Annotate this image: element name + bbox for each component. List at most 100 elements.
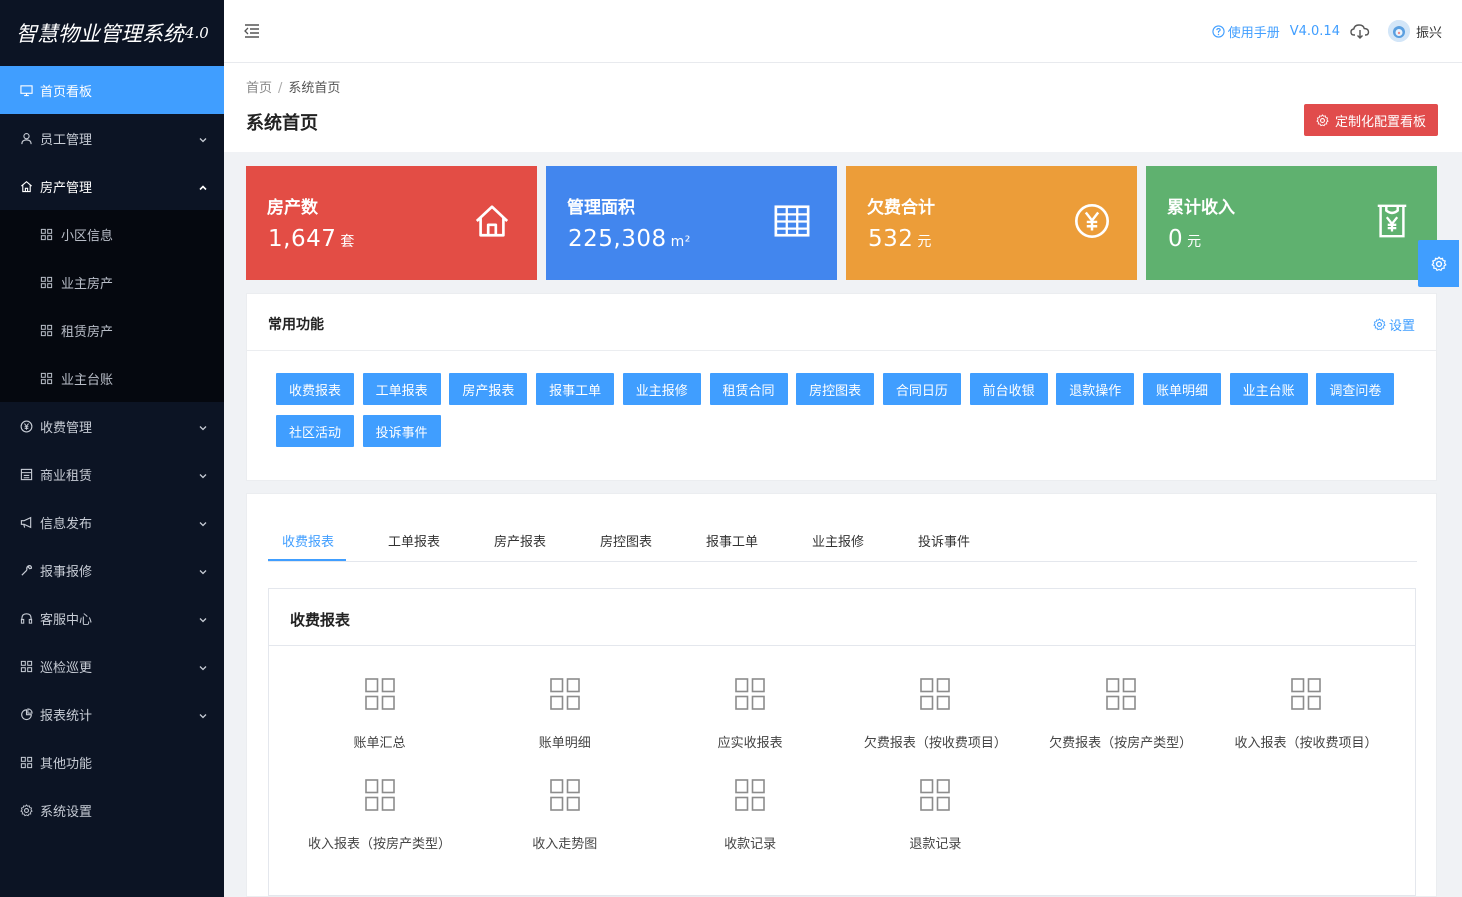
report-item[interactable]: 欠费报表（按房产类型）: [1028, 678, 1213, 751]
quick-function-button[interactable]: 合同日历: [882, 373, 961, 405]
report-tab[interactable]: 收费报表: [282, 531, 334, 550]
monitor-icon: [19, 83, 33, 97]
grid-icon: [40, 276, 53, 289]
quick-function-button[interactable]: 房控图表: [796, 373, 875, 405]
quick-function-button[interactable]: 收费报表: [276, 373, 354, 405]
report-grid-icon: [287, 678, 472, 710]
report-tab[interactable]: 工单报表: [388, 531, 440, 550]
username[interactable]: 振兴: [1416, 22, 1442, 41]
home-icon: [19, 179, 33, 193]
customize-dashboard-label: 定制化配置看板: [1334, 114, 1426, 130]
sidebar-subitem-label: 业主房产: [61, 276, 114, 292]
quick-function-button[interactable]: 业主报修: [622, 373, 701, 405]
quick-function-button[interactable]: 报事工单: [536, 373, 615, 405]
stat-unit: 元: [917, 234, 932, 250]
breadcrumb-home[interactable]: 首页: [246, 81, 272, 96]
sidebar-item[interactable]: 报事报修: [0, 546, 224, 594]
quick-function-button[interactable]: 社区活动: [276, 415, 354, 447]
report-tab[interactable]: 房产报表: [494, 531, 546, 550]
sidebar-item[interactable]: 员工管理: [0, 114, 224, 162]
sidebar-item[interactable]: 商业租赁: [0, 450, 224, 498]
quick-function-button[interactable]: 房产报表: [449, 373, 528, 405]
sidebar-item-label: 其他功能: [40, 756, 93, 772]
report-item-label: 收入报表（按房产类型）: [307, 837, 451, 852]
report-tab[interactable]: 业主报修: [812, 531, 864, 550]
chevron-down-icon: [199, 709, 207, 719]
sidebar-subitem[interactable]: 业主房产: [0, 258, 224, 306]
breadcrumb-separator: /: [278, 81, 283, 96]
quick-function-button[interactable]: 投诉事件: [362, 415, 441, 447]
stat-card[interactable]: 累计收入 0 元: [1146, 166, 1437, 280]
report-item[interactable]: 收入走势图: [472, 779, 657, 852]
stat-label: 累计收入: [1167, 198, 1235, 218]
quick-functions-title: 常用功能: [268, 317, 324, 333]
report-item[interactable]: 应实收报表: [658, 678, 843, 751]
report-item[interactable]: 收款记录: [658, 779, 843, 852]
report-item[interactable]: 收入报表（按房产类型）: [287, 779, 472, 852]
report-item[interactable]: 收入报表（按收费项目）: [1214, 678, 1399, 751]
report-tab[interactable]: 报事工单: [706, 531, 758, 550]
sidebar-item-label: 商业租赁: [40, 468, 93, 484]
report-item[interactable]: 欠费报表（按收费项目）: [843, 678, 1028, 751]
quick-function-button[interactable]: 调查问卷: [1316, 373, 1395, 405]
sidebar-item[interactable]: 其他功能: [0, 738, 224, 786]
stat-unit: 元: [1187, 234, 1202, 250]
sidebar-subitem[interactable]: 小区信息: [0, 210, 224, 258]
sidebar-item[interactable]: 信息发布: [0, 498, 224, 546]
chevron-down-icon: [199, 517, 207, 527]
sidebar-item[interactable]: 系统设置: [0, 786, 224, 834]
report-item[interactable]: 退款记录: [843, 779, 1028, 852]
stat-value-wrap: 225,308 m²: [568, 226, 691, 252]
sidebar-item[interactable]: 收费管理: [0, 402, 224, 450]
user-manual-link[interactable]: 使用手册: [1212, 22, 1280, 41]
report-item-label: 欠费报表（按房产类型）: [1049, 736, 1193, 751]
customize-dashboard-button[interactable]: 定制化配置看板: [1304, 104, 1438, 136]
stat-card[interactable]: 管理面积 225,308 m²: [546, 166, 837, 280]
sidebar-item[interactable]: 巡检巡更: [0, 642, 224, 690]
sidebar-subitem[interactable]: 租赁房产: [0, 306, 224, 354]
sidebar-item[interactable]: 报表统计: [0, 690, 224, 738]
sidebar-subitem-label: 租赁房产: [61, 324, 114, 340]
chevron-down-icon: [199, 133, 207, 143]
chevron-down-icon: [199, 469, 207, 479]
stat-card[interactable]: 欠费合计 532 元: [846, 166, 1137, 280]
breadcrumb: 首页 / 系统首页: [246, 77, 340, 96]
sidebar-item-label: 信息发布: [40, 516, 93, 532]
sidebar-item[interactable]: 客服中心: [0, 594, 224, 642]
sidebar-item-label: 系统设置: [40, 804, 93, 820]
collapse-menu-icon[interactable]: [244, 23, 260, 39]
sidebar-subitem[interactable]: 业主台账: [0, 354, 224, 402]
report-item-label: 账单明细: [538, 736, 591, 751]
stat-value: 225,308: [568, 226, 667, 252]
report-item-label: 收款记录: [724, 837, 777, 852]
breadcrumb-current: 系统首页: [288, 81, 341, 96]
quick-function-button[interactable]: 退款操作: [1056, 373, 1135, 405]
quick-function-button[interactable]: 工单报表: [362, 373, 441, 405]
quick-function-button[interactable]: 前台收银: [969, 373, 1048, 405]
cloud-download-icon[interactable]: [1350, 23, 1370, 39]
page-header: 首页 / 系统首页 系统首页 定制化配置看板: [224, 63, 1462, 152]
sidebar-item-label: 收费管理: [40, 420, 93, 436]
report-item[interactable]: 账单汇总: [287, 678, 472, 751]
report-tab[interactable]: 房控图表: [600, 531, 652, 550]
report-item-label: 应实收报表: [717, 736, 783, 751]
quick-functions-settings-button[interactable]: 设置: [1373, 315, 1415, 334]
app-logo[interactable]: 智慧物业管理系统 4.0: [0, 0, 224, 66]
stat-value: 0: [1168, 226, 1184, 252]
floating-settings-button[interactable]: [1418, 240, 1459, 287]
quick-function-button[interactable]: 租赁合同: [709, 373, 788, 405]
stat-label: 管理面积: [567, 198, 635, 218]
sidebar-item[interactable]: 首页看板: [0, 66, 224, 114]
report-item[interactable]: 账单明细: [472, 678, 657, 751]
report-tab[interactable]: 投诉事件: [918, 531, 970, 550]
grid-icon: [19, 755, 33, 769]
sidebar-item-label: 巡检巡更: [40, 660, 93, 676]
stat-card[interactable]: 房产数 1,647 套: [246, 166, 537, 280]
quick-function-button[interactable]: 账单明细: [1143, 373, 1221, 405]
avatar[interactable]: [1387, 20, 1410, 42]
sidebar-item-label: 员工管理: [40, 132, 93, 148]
sidebar-item[interactable]: 房产管理: [0, 162, 224, 210]
version-label: V4.0.14: [1289, 23, 1340, 39]
quick-function-button[interactable]: 业主台账: [1229, 373, 1308, 405]
active-tab-indicator: [268, 559, 346, 561]
